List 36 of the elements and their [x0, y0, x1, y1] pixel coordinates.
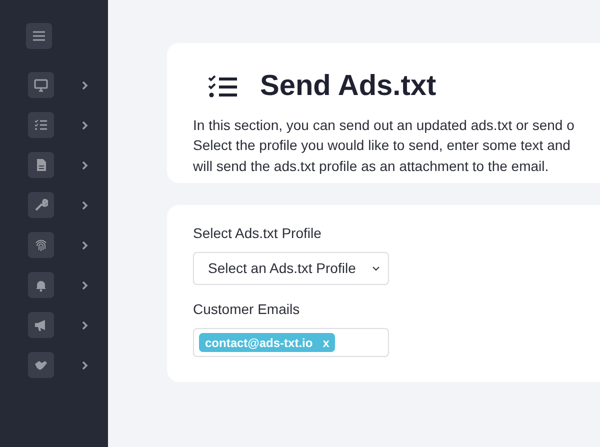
description-line: will send the ads.txt profile as an attachment to the email. — [193, 156, 549, 176]
sidebar-item[interactable] — [28, 272, 54, 298]
sidebar-item[interactable] — [28, 112, 54, 138]
description-line: In this section, you can send out an updated ads.txt or send o — [193, 116, 574, 135]
chevron-right-icon[interactable] — [82, 120, 88, 130]
chevron-right-icon[interactable] — [82, 160, 88, 170]
chevron-right-icon[interactable] — [82, 280, 88, 290]
remove-tag-button[interactable]: x — [322, 334, 330, 352]
menu-button[interactable] — [26, 23, 52, 49]
sidebar-item[interactable] — [28, 152, 54, 178]
chevron-right-icon[interactable] — [82, 200, 88, 210]
field-label: Customer Emails — [193, 300, 300, 319]
chevron-right-icon[interactable] — [82, 80, 88, 90]
sidebar-item[interactable] — [28, 312, 54, 338]
email-address: contact@ads-txt.io — [205, 334, 313, 352]
sidebar-item[interactable] — [28, 352, 54, 378]
sidebar-item[interactable] — [28, 72, 54, 98]
megaphone-icon — [34, 318, 48, 332]
fingerprint-icon — [34, 238, 48, 252]
chevron-right-icon[interactable] — [82, 240, 88, 250]
emails-field[interactable]: contact@ads-txt.io x — [193, 328, 389, 357]
chevron-right-icon[interactable] — [82, 320, 88, 330]
page-title: Send Ads.txt — [260, 69, 436, 104]
chevron-down-icon — [372, 266, 380, 271]
sidebar-item[interactable] — [28, 232, 54, 258]
bell-icon — [34, 278, 48, 292]
profile-select[interactable]: Select an Ads.txt Profile — [193, 252, 389, 285]
field-label: Select Ads.txt Profile — [193, 224, 322, 243]
monitor-icon — [34, 78, 48, 92]
chevron-right-icon[interactable] — [82, 360, 88, 370]
checklist-icon — [34, 118, 48, 132]
checklist-icon — [208, 74, 238, 99]
sidebar-item[interactable] — [28, 192, 54, 218]
menu-icon — [33, 31, 45, 41]
description-line: Select the profile you would like to send, enter some text and — [193, 136, 570, 155]
document-icon — [34, 158, 48, 172]
